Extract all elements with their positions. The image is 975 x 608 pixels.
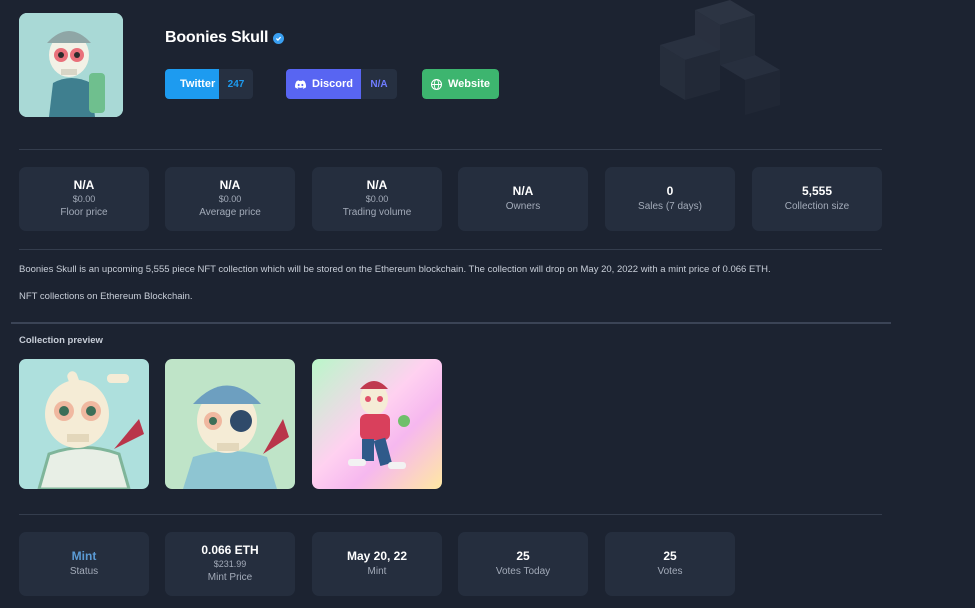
stat-usd: $0.00 (72, 194, 96, 204)
stat-label: Collection size (784, 201, 850, 212)
collection-category-text: NFT collections on Ethereum Blockchain. (19, 291, 193, 302)
detail-label: Status (69, 566, 99, 577)
collection-page: Boonies Skull Twitter 247 Discord N/A We… (0, 0, 975, 608)
stat-average-price: N/A $0.00 Average price (165, 167, 295, 231)
twitter-label: Twitter (180, 78, 216, 90)
stat-trading-volume: N/A $0.00 Trading volume (312, 167, 442, 231)
stat-value: 5,555 (801, 184, 833, 198)
twitter-button[interactable]: Twitter 247 (165, 69, 253, 99)
preview-image-1[interactable] (19, 359, 149, 489)
preview-divider (19, 514, 882, 515)
detail-status: Mint Status (19, 532, 149, 596)
twitter-link[interactable]: Twitter (165, 69, 219, 99)
discord-member-count: N/A (361, 69, 397, 99)
collection-preview-title: Collection preview (19, 335, 103, 346)
stat-label: Owners (505, 201, 541, 212)
stat-value: N/A (219, 178, 241, 192)
detail-label: Mint Price (207, 572, 253, 583)
stats-divider (19, 249, 882, 250)
description-divider (11, 322, 891, 324)
discord-icon (295, 79, 307, 89)
detail-value: 0.066 ETH (201, 543, 259, 557)
header-divider (19, 149, 882, 150)
detail-votes-today: 25 Votes Today (458, 532, 588, 596)
website-link[interactable]: Website (422, 69, 499, 99)
website-button[interactable]: Website (422, 69, 499, 99)
twitter-follower-count: 247 (219, 69, 253, 99)
stat-usd: $0.00 (218, 194, 242, 204)
stat-owners: N/A Owners (458, 167, 588, 231)
detail-label: Votes (657, 566, 683, 577)
detail-mint-date: May 20, 22 Mint (312, 532, 442, 596)
stat-label: Trading volume (342, 207, 412, 218)
website-label: Website (448, 78, 490, 90)
discord-label: Discord (312, 78, 353, 90)
stat-label: Floor price (60, 207, 108, 218)
stat-label: Average price (199, 207, 261, 218)
stat-value: N/A (73, 178, 95, 192)
detail-value: May 20, 22 (346, 549, 408, 563)
stat-sales-7-days: 0 Sales (7 days) (605, 167, 735, 231)
decorative-cubes-graphic (660, 0, 780, 115)
detail-value: 25 (516, 549, 530, 563)
detail-label: Votes Today (495, 566, 551, 577)
detail-mint-price: 0.066 ETH $231.99 Mint Price (165, 532, 295, 596)
detail-votes: 25 Votes (605, 532, 735, 596)
stat-value: 0 (666, 184, 674, 198)
stat-floor-price: N/A $0.00 Floor price (19, 167, 149, 231)
verified-badge-icon (273, 32, 285, 44)
stat-value: N/A (512, 184, 534, 198)
detail-label: Mint (367, 566, 387, 577)
preview-image-3[interactable] (312, 359, 442, 489)
collection-title-row: Boonies Skull (165, 29, 285, 47)
stat-usd: $0.00 (365, 194, 389, 204)
stat-label: Sales (7 days) (638, 201, 702, 212)
preview-image-2[interactable] (165, 359, 295, 489)
collection-description: Boonies Skull is an upcoming 5,555 piece… (19, 264, 771, 275)
detail-value: 25 (663, 549, 677, 563)
collection-avatar (19, 13, 123, 117)
discord-button[interactable]: Discord N/A (286, 69, 397, 99)
detail-value: Mint (71, 549, 97, 563)
stat-collection-size: 5,555 Collection size (752, 167, 882, 231)
collection-title: Boonies Skull (165, 29, 269, 46)
detail-usd: $231.99 (213, 559, 247, 569)
globe-icon (431, 78, 442, 90)
discord-link[interactable]: Discord (286, 69, 361, 99)
stat-value: N/A (366, 178, 388, 192)
